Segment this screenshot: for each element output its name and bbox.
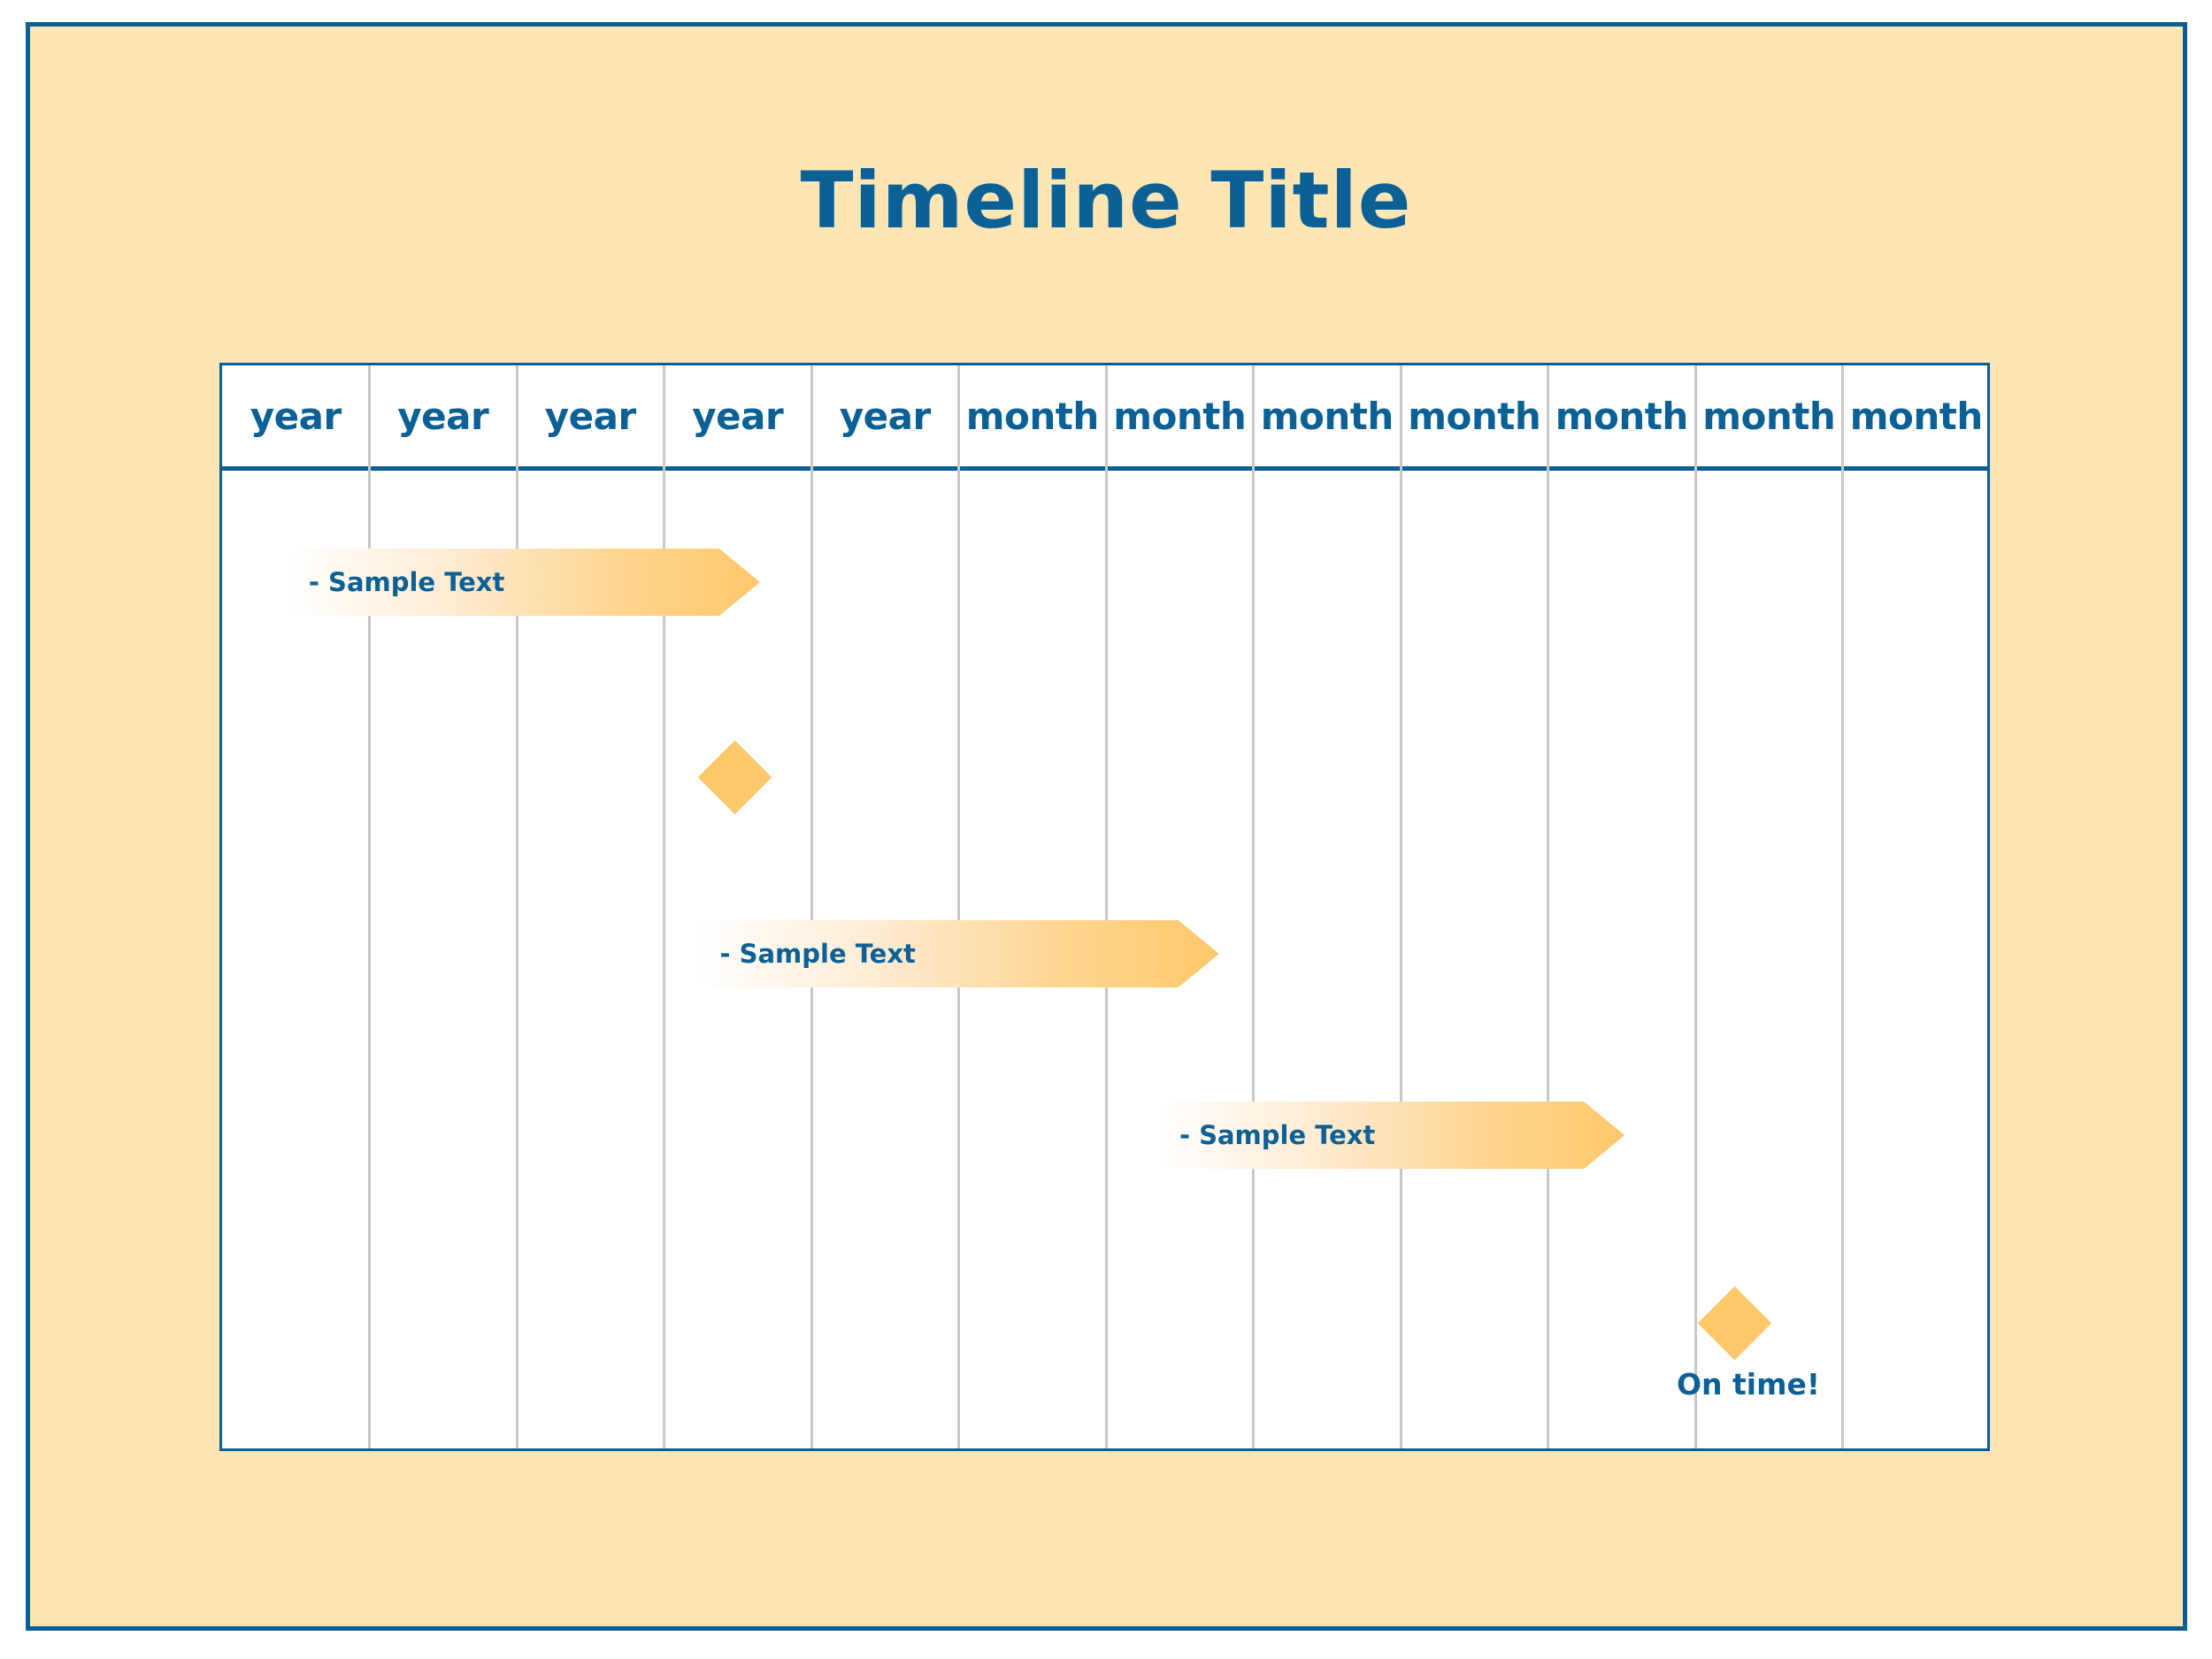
column-separator	[1547, 365, 1549, 1448]
column-header: month	[1849, 394, 1983, 438]
column-header: month	[1702, 394, 1836, 438]
column-header: month	[1408, 394, 1541, 438]
column-separator	[515, 365, 518, 1448]
column-header: year	[397, 394, 489, 438]
milestone-diamond-icon[interactable]	[697, 740, 772, 814]
task-bar[interactable]: - Sample Text	[283, 549, 760, 616]
column-separator	[957, 365, 960, 1448]
column-header: month	[1260, 394, 1394, 438]
column-header: year	[544, 394, 636, 438]
milestone-diamond-icon[interactable]	[1698, 1286, 1772, 1360]
column-separator	[1252, 365, 1255, 1448]
task-label: - Sample Text	[719, 939, 916, 969]
column-header: year	[250, 394, 342, 438]
column-header: year	[839, 394, 931, 438]
column-header: month	[1113, 394, 1247, 438]
column-separator	[663, 365, 665, 1448]
milestone-label: On time!	[1676, 1367, 1820, 1402]
column-header: month	[965, 394, 1099, 438]
task-label: - Sample Text	[1179, 1120, 1376, 1150]
column-separator	[1694, 365, 1697, 1448]
task-label: - Sample Text	[308, 567, 505, 597]
column-separator	[1841, 365, 1844, 1448]
column-separator	[1399, 365, 1402, 1448]
task-bar[interactable]: - Sample Text	[1154, 1102, 1625, 1169]
column-separator	[810, 365, 813, 1448]
column-header: month	[1555, 394, 1688, 438]
column-header: year	[692, 394, 784, 438]
column-separator	[1104, 365, 1108, 1448]
column-separator	[368, 365, 371, 1448]
timeline-table: year year year year year month month month month…	[219, 363, 1990, 1451]
task-bar[interactable]: - Sample Text	[695, 920, 1220, 987]
timeline-title: Timeline Title	[800, 155, 1412, 246]
